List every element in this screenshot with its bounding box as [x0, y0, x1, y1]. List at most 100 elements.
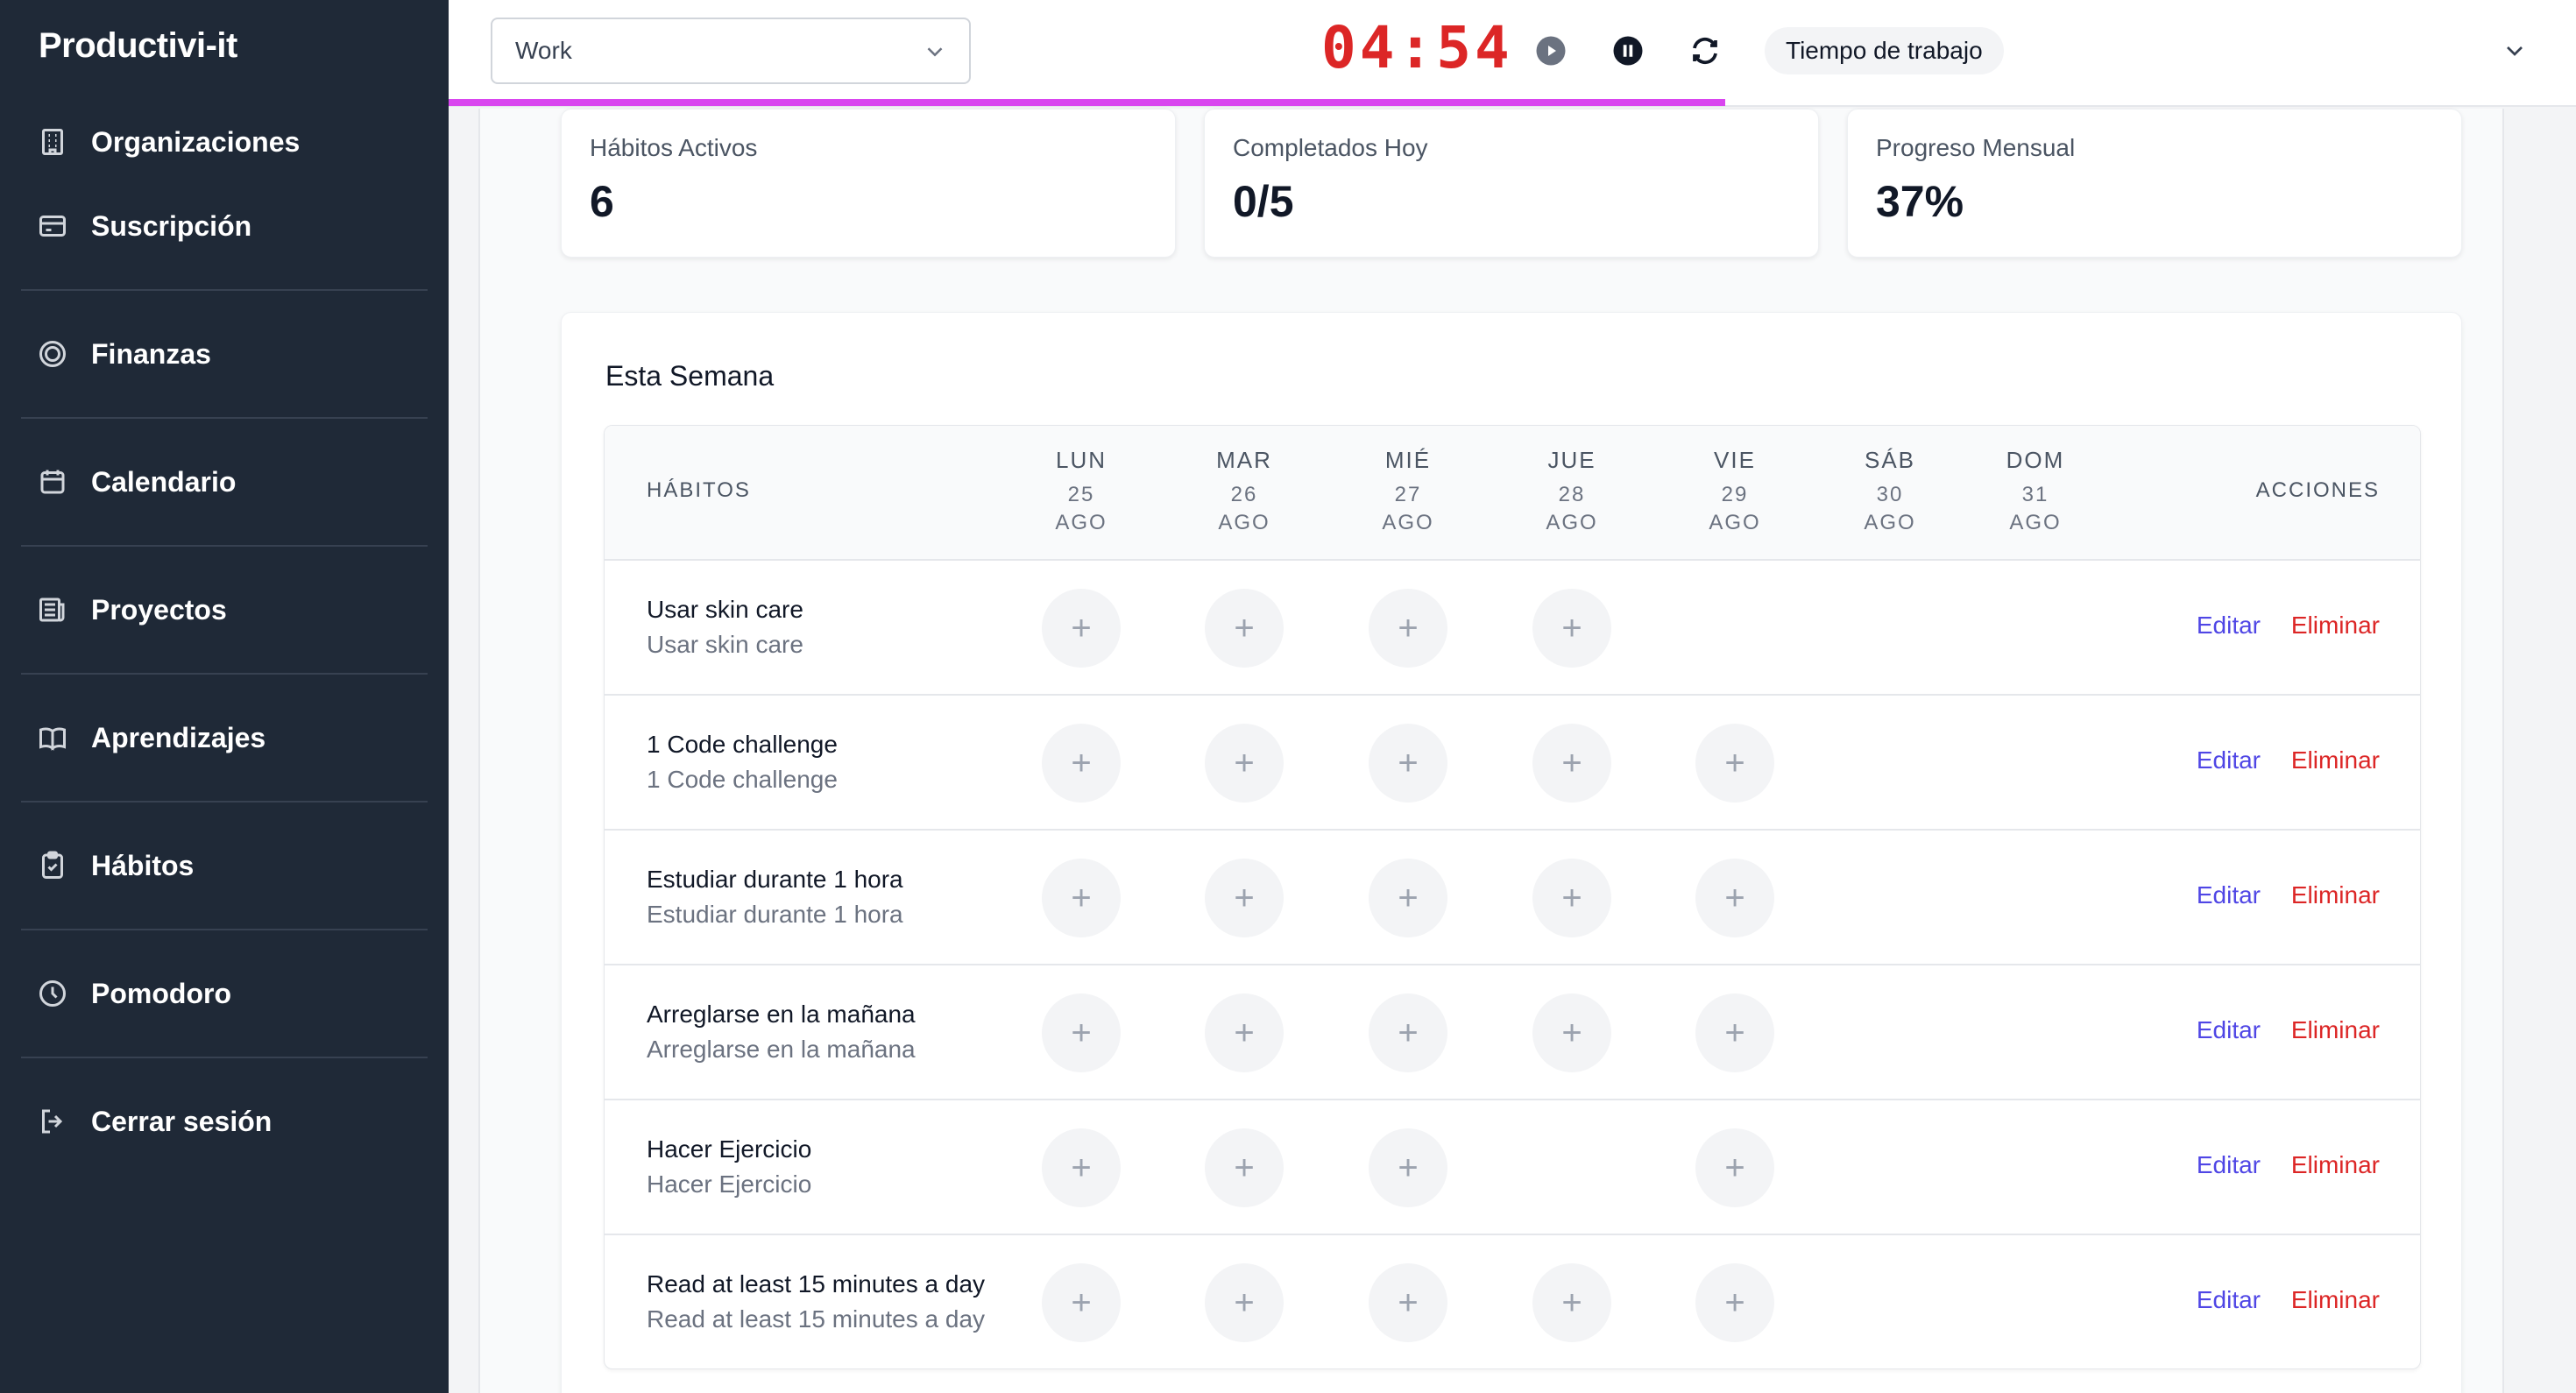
week-card: Esta Semana HÁBITOS LUN 25 AGO MAR 26 AGO MIÉ 2…	[561, 312, 2462, 1393]
sidebar-item-calendario[interactable]: Calendario	[35, 456, 421, 508]
stat-card-completed-today: Completados Hoy 0/5	[1204, 109, 1819, 258]
sidebar-item-organizaciones[interactable]: Organizaciones	[35, 116, 421, 168]
sidebar-item-aprendizajes[interactable]: Aprendizajes	[35, 711, 421, 764]
chevron-down-icon[interactable]	[2501, 37, 2529, 65]
mark-habit-button[interactable]: +	[1205, 1263, 1284, 1342]
day-header-month: AGO	[1709, 511, 1761, 534]
day-header-name: SÁB	[1864, 447, 1916, 473]
delete-button[interactable]: Eliminar	[2291, 746, 2380, 774]
sidebar-item-label: Cerrar sesión	[91, 1105, 272, 1137]
day-header-date: 27	[1394, 483, 1422, 506]
mark-habit-button[interactable]: +	[1369, 993, 1447, 1072]
column-header-day: VIE 29 AGO	[1674, 447, 1796, 535]
stat-label: Hábitos Activos	[590, 134, 758, 161]
habit-title: 1 Code challenge	[647, 731, 838, 758]
mark-habit-button[interactable]: +	[1695, 1263, 1774, 1342]
stat-label: Progreso Mensual	[1876, 134, 2076, 161]
mark-habit-button[interactable]: +	[1205, 993, 1284, 1072]
day-header-name: LUN	[1055, 447, 1107, 473]
mark-habit-button[interactable]: +	[1205, 724, 1284, 803]
sidebar-item-label: Suscripción	[91, 209, 252, 242]
sidebar-item-cerrar-sesion[interactable]: Cerrar sesión	[35, 1095, 421, 1148]
delete-button[interactable]: Eliminar	[2291, 881, 2380, 909]
mark-habit-button[interactable]: +	[1369, 589, 1447, 668]
mark-habit-button[interactable]: +	[1205, 859, 1284, 937]
pause-button[interactable]	[1612, 35, 1644, 67]
habit-subtitle: Estudiar durante 1 hora	[647, 901, 903, 928]
mark-habit-button[interactable]: +	[1532, 993, 1611, 1072]
sidebar-item-habitos[interactable]: Hábitos	[35, 839, 421, 892]
mark-habit-button[interactable]: +	[1042, 1128, 1121, 1207]
table-row: Hacer Ejercicio Hacer Ejercicio + + + + Editar…	[605, 1100, 2420, 1235]
mark-habit-button[interactable]: +	[1369, 1128, 1447, 1207]
mark-habit-button[interactable]: +	[1532, 859, 1611, 937]
mark-habit-button[interactable]: +	[1042, 859, 1121, 937]
edit-button[interactable]: Editar	[2197, 1286, 2261, 1314]
column-header-actions: ACCIONES	[2255, 478, 2380, 502]
edit-button[interactable]: Editar	[2197, 1016, 2261, 1044]
mark-habit-button[interactable]: +	[1695, 724, 1774, 803]
habit-title: Hacer Ejercicio	[647, 1135, 812, 1163]
day-header-name: DOM	[2006, 447, 2065, 473]
credit-card-icon	[35, 209, 70, 244]
sidebar-item-suscripcion[interactable]: Suscripción	[35, 200, 421, 252]
mark-habit-button[interactable]: +	[1695, 1128, 1774, 1207]
day-header-date: 26	[1230, 483, 1258, 506]
stat-card-active-habits: Hábitos Activos 6	[561, 109, 1176, 258]
edit-button[interactable]: Editar	[2197, 746, 2261, 774]
edit-button[interactable]: Editar	[2197, 881, 2261, 909]
mark-habit-button[interactable]: +	[1532, 1263, 1611, 1342]
play-button[interactable]	[1535, 35, 1567, 67]
delete-button[interactable]: Eliminar	[2291, 1016, 2380, 1044]
mark-habit-button[interactable]: +	[1042, 993, 1121, 1072]
habit-title: Estudiar durante 1 hora	[647, 866, 903, 893]
mark-habit-button[interactable]: +	[1042, 1263, 1121, 1342]
sidebar-divider	[21, 417, 428, 419]
app-brand[interactable]: Productivi-it	[39, 26, 237, 66]
day-header-date: 30	[1876, 483, 1904, 506]
day-header-date: 31	[2021, 483, 2049, 506]
delete-button[interactable]: Eliminar	[2291, 1151, 2380, 1179]
column-header-day: MAR 26 AGO	[1183, 447, 1306, 535]
clipboard-check-icon	[35, 848, 70, 883]
mark-habit-button[interactable]: +	[1695, 993, 1774, 1072]
habit-subtitle: Read at least 15 minutes a day	[647, 1305, 986, 1333]
mark-habit-button[interactable]: +	[1369, 724, 1447, 803]
mark-habit-button[interactable]: +	[1369, 859, 1447, 937]
delete-button[interactable]: Eliminar	[2291, 612, 2380, 640]
sidebar-divider	[21, 289, 428, 291]
day-header-month: AGO	[2009, 511, 2062, 534]
sidebar-item-label: Aprendizajes	[91, 721, 266, 753]
column-header-day: MIÉ 27 AGO	[1347, 447, 1469, 535]
refresh-icon	[1693, 37, 1717, 65]
mark-habit-button[interactable]: +	[1205, 1128, 1284, 1207]
day-header-name: MAR	[1216, 447, 1272, 473]
mark-habit-button[interactable]: +	[1042, 724, 1121, 803]
mark-habit-button[interactable]: +	[1205, 589, 1284, 668]
day-header-month: AGO	[1546, 511, 1598, 534]
sidebar-item-finanzas[interactable]: Finanzas	[35, 328, 421, 380]
pomodoro-timer: 04:54	[1321, 14, 1513, 81]
mark-habit-button[interactable]: +	[1042, 589, 1121, 668]
column-header-habits: HÁBITOS	[647, 478, 751, 502]
mark-habit-button[interactable]: +	[1532, 589, 1611, 668]
sidebar-item-proyectos[interactable]: Proyectos	[35, 583, 421, 636]
pause-icon	[1613, 36, 1643, 66]
sidebar-item-label: Organizaciones	[91, 125, 301, 158]
mark-habit-button[interactable]: +	[1369, 1263, 1447, 1342]
mark-habit-button[interactable]: +	[1695, 859, 1774, 937]
reset-button[interactable]	[1689, 35, 1721, 67]
habits-table: HÁBITOS LUN 25 AGO MAR 26 AGO MIÉ 27 AGO JUE 28 AGO…	[604, 425, 2421, 1369]
sidebar-item-pomodoro[interactable]: Pomodoro	[35, 967, 421, 1020]
logout-icon	[35, 1104, 70, 1139]
newspaper-icon	[35, 592, 70, 627]
edit-button[interactable]: Editar	[2197, 612, 2261, 640]
mark-habit-button[interactable]: +	[1532, 724, 1611, 803]
day-header-name: VIE	[1714, 447, 1756, 473]
stat-label: Completados Hoy	[1233, 134, 1428, 161]
project-select[interactable]: Work	[491, 18, 971, 84]
edit-button[interactable]: Editar	[2197, 1151, 2261, 1179]
sidebar-divider	[21, 545, 428, 547]
habit-subtitle: Usar skin care	[647, 631, 803, 658]
delete-button[interactable]: Eliminar	[2291, 1286, 2380, 1314]
